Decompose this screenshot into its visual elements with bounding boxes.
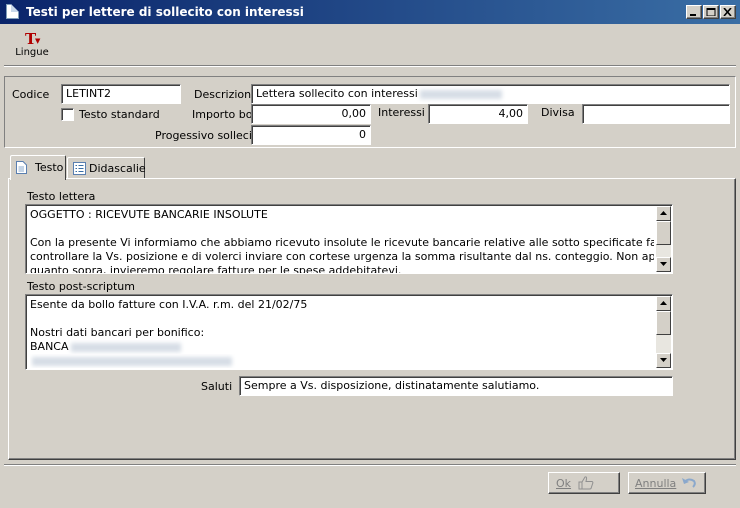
document-icon (6, 4, 19, 19)
redacted-text (70, 342, 181, 352)
descrizione-field[interactable]: Lettera sollecito con interessi (251, 84, 730, 104)
list-icon (73, 162, 86, 175)
codice-field[interactable]: LETINT2 (61, 84, 181, 104)
testo-lettera-textarea[interactable]: OGGETTO : RICEVUTE BANCARIE INSOLUTE Con… (25, 204, 673, 274)
text-line: controllare la Vs. posizione e di volerc… (30, 250, 654, 263)
ok-label: Ok (556, 477, 572, 490)
testo-lettera-label: Testo lettera (27, 190, 96, 203)
chevron-down-icon: ▼ (35, 37, 41, 45)
saluti-field[interactable]: Sempre a Vs. disposizione, distinatament… (239, 376, 673, 396)
text-line (30, 354, 654, 368)
tab-didascalie-label: Didascalie (89, 162, 146, 175)
scroll-down-button[interactable] (656, 353, 671, 368)
annulla-button[interactable]: Annulla (628, 472, 706, 494)
redacted-text (32, 356, 232, 366)
text-line: Nostri dati bancari per bonifico: (30, 326, 205, 339)
scroll-up-button[interactable] (656, 296, 671, 311)
lingue-button[interactable]: T ▼ Lingue (14, 28, 50, 60)
title-bar[interactable]: Testi per lettere di sollecito con inter… (0, 0, 740, 24)
tab-didascalie[interactable]: Didascalie (67, 157, 146, 179)
text-line: BANCA (30, 340, 654, 354)
bank-label: BANCA (30, 340, 69, 353)
scroll-thumb[interactable] (656, 311, 671, 335)
importo-bolli-field[interactable]: 0,00 (251, 104, 371, 124)
minimize-icon (690, 14, 696, 16)
interessi-label: Interessi (378, 106, 425, 119)
text-line: OGGETTO : RICEVUTE BANCARIE INSOLUTE (30, 208, 268, 221)
tab-testo-label: Testo (35, 161, 64, 174)
descrizione-value: Lettera sollecito con interessi (256, 87, 418, 100)
post-scriptum-scrollbar[interactable] (656, 296, 671, 368)
arrow-up-icon (660, 301, 667, 305)
divisa-label: Divisa (541, 106, 575, 119)
post-scriptum-textarea[interactable]: Esente da bollo fatture con I.V.A. r.m. … (25, 294, 673, 370)
text-line: quanto sopra, invieremo regolare fatture… (30, 264, 402, 274)
descrizione-label: Descrizione (194, 88, 258, 101)
scroll-thumb[interactable] (656, 221, 671, 245)
testo-standard-label: Testo standard (79, 108, 160, 121)
post-scriptum-label: Testo post-scriptum (27, 280, 135, 293)
testo-lettera-scrollbar[interactable] (656, 206, 671, 272)
scroll-up-button[interactable] (656, 206, 671, 221)
lingue-label: Lingue (15, 47, 49, 58)
progressivo-label: Progessivo sollecito (155, 129, 263, 142)
arrow-up-icon (660, 211, 667, 215)
ok-button[interactable]: Ok (548, 472, 620, 494)
redacted-text (419, 89, 502, 99)
annulla-label: Annulla (635, 477, 677, 490)
text-line (30, 312, 654, 326)
window-title: Testi per lettere di sollecito con inter… (26, 5, 304, 19)
text-line (30, 222, 654, 236)
saluti-label: Saluti (201, 380, 233, 393)
undo-icon (682, 478, 696, 488)
scroll-down-button[interactable] (656, 257, 671, 272)
thumbs-up-icon (578, 476, 594, 490)
interessi-field[interactable]: 4,00 (428, 104, 528, 124)
maximize-icon (706, 8, 716, 16)
close-icon (723, 8, 732, 16)
text-line: Con la presente Vi informiamo che abbiam… (30, 236, 654, 249)
footer-separator (4, 464, 736, 466)
divisa-field[interactable] (582, 104, 730, 124)
toolbar-separator (4, 65, 736, 67)
arrow-down-icon (660, 262, 667, 266)
maximize-button[interactable] (703, 5, 719, 19)
tab-testo[interactable]: Testo (10, 155, 66, 180)
close-button[interactable] (720, 5, 736, 19)
minimize-button[interactable] (686, 5, 702, 19)
codice-label: Codice (12, 88, 50, 101)
text-line: Esente da bollo fatture con I.V.A. r.m. … (30, 298, 308, 311)
progressivo-field[interactable]: 0 (251, 125, 371, 145)
document-icon (16, 161, 27, 174)
arrow-down-icon (660, 358, 667, 362)
testo-standard-checkbox[interactable] (61, 108, 74, 121)
